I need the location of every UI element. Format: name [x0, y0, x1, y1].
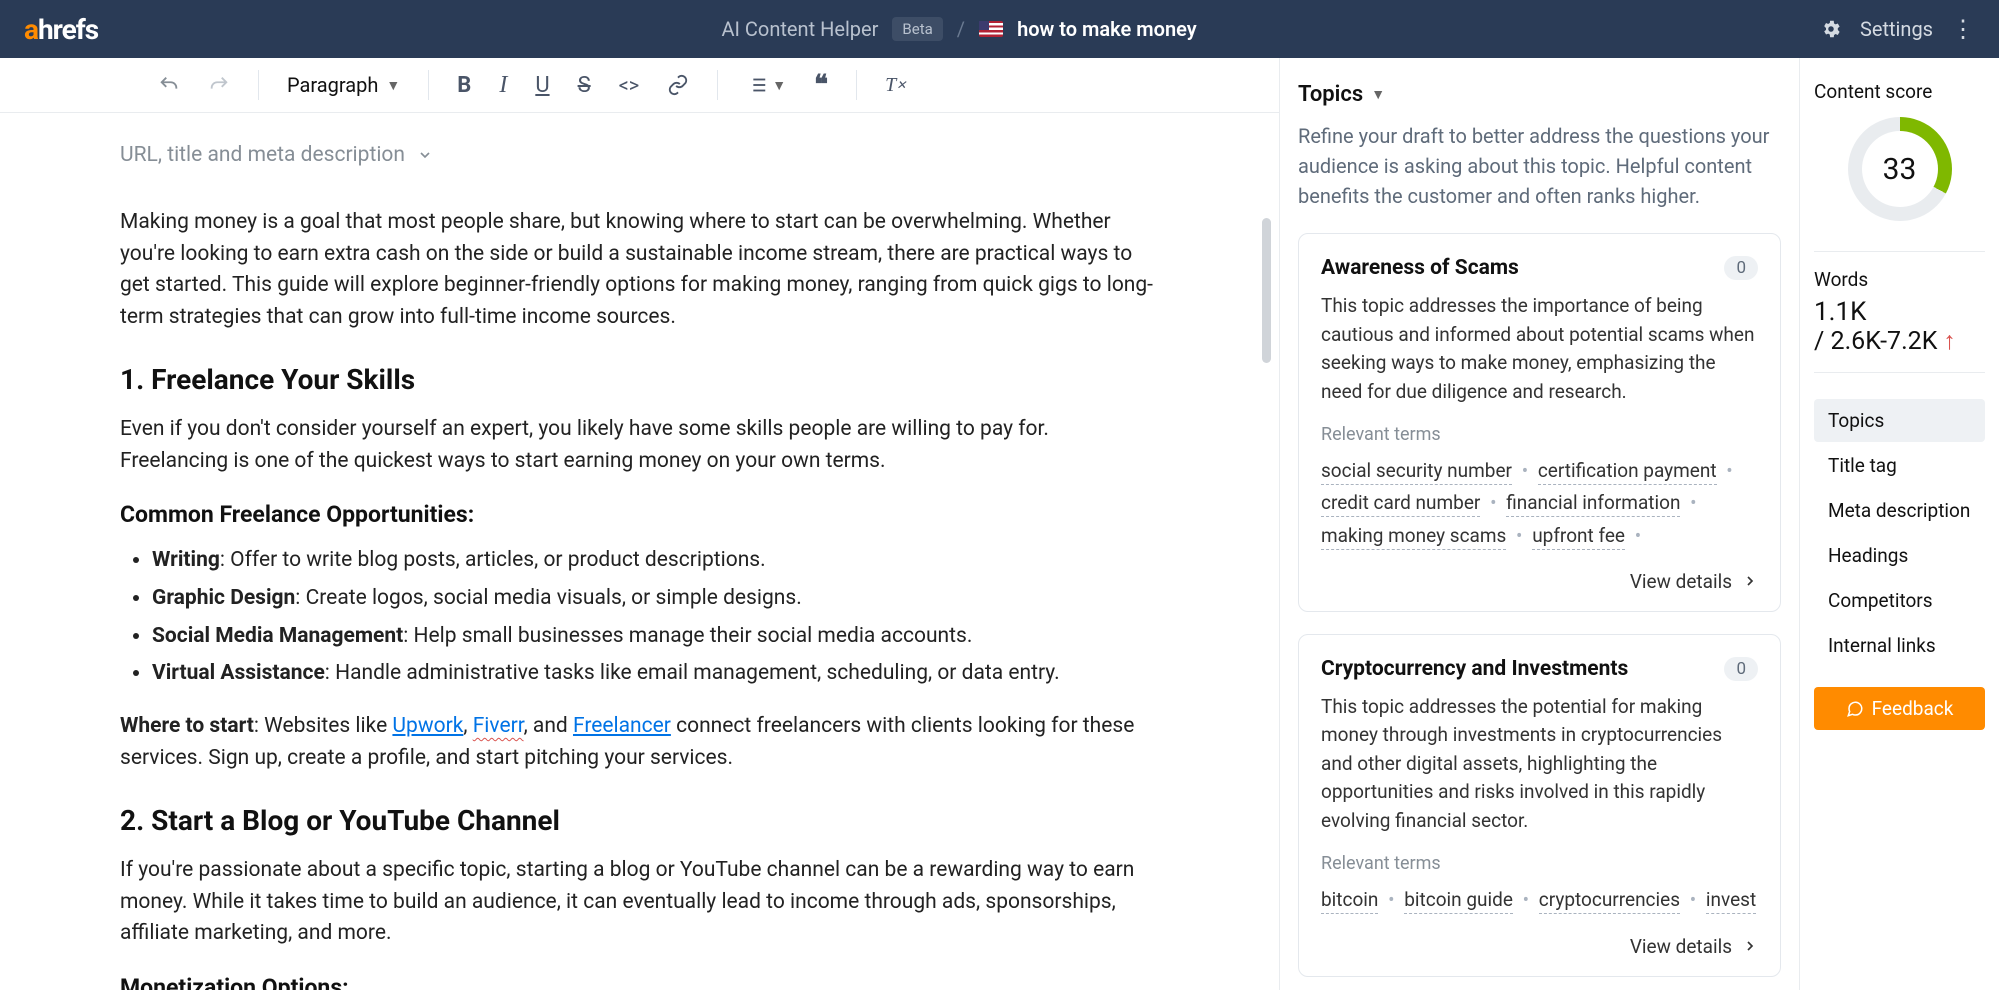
words-value: 1.1K: [1814, 297, 1985, 327]
topic-card[interactable]: Awareness of Scams 0 This topic addresse…: [1298, 233, 1781, 612]
relevant-terms-label: Relevant terms: [1321, 853, 1758, 874]
link-button[interactable]: [657, 66, 699, 104]
paragraph-select[interactable]: Paragraph ▼: [277, 65, 410, 105]
list-item: Virtual Assistance: Handle administrativ…: [152, 655, 1159, 693]
editor-body[interactable]: URL, title and meta description Making m…: [0, 113, 1279, 990]
beta-badge: Beta: [892, 17, 942, 41]
topic-card[interactable]: Cryptocurrency and Investments 0 This to…: [1298, 634, 1781, 977]
nav-item[interactable]: Topics: [1814, 399, 1985, 442]
words-label: Words: [1814, 268, 1985, 291]
nav-item[interactable]: Title tag: [1814, 444, 1985, 487]
scrollbar[interactable]: [1262, 218, 1271, 363]
nav-item[interactable]: Internal links: [1814, 624, 1985, 667]
score-nav: TopicsTitle tagMeta descriptionHeadingsC…: [1814, 399, 1985, 669]
list-button[interactable]: ▼: [736, 66, 796, 104]
strike-button[interactable]: S: [568, 65, 601, 106]
clear-format-button[interactable]: T✕: [875, 66, 916, 105]
more-icon[interactable]: ⋮: [1951, 17, 1975, 41]
topics-panel: Topics▼ Refine your draft to better addr…: [1279, 58, 1799, 990]
underline-button[interactable]: U: [525, 65, 559, 106]
blog-paragraph[interactable]: If you're passionate about a specific to…: [120, 855, 1159, 950]
intro-paragraph[interactable]: Making money is a goal that most people …: [120, 207, 1159, 333]
card-title: Awareness of Scams: [1321, 256, 1519, 280]
words-range: / 2.6K-7.2K↑: [1814, 327, 1985, 356]
code-button[interactable]: <>: [609, 65, 650, 105]
count-badge: 0: [1724, 256, 1758, 280]
freelance-paragraph[interactable]: Even if you don't consider yourself an e…: [120, 414, 1159, 477]
subheading-monetization[interactable]: Monetization Options:: [120, 974, 1159, 990]
link-upwork[interactable]: Upwork: [392, 714, 463, 738]
app-name: AI Content Helper: [721, 17, 878, 41]
where-to-start[interactable]: Where to start: Websites like Upwork, Fi…: [120, 711, 1159, 774]
list-item: Social Media Management: Help small busi…: [152, 618, 1159, 656]
editor-toolbar: Paragraph ▼ B I U S <> ▼ ❝ T✕: [0, 58, 1279, 113]
list-item: Graphic Design: Create logos, social med…: [152, 580, 1159, 618]
italic-button[interactable]: I: [489, 64, 517, 107]
subheading-opportunities[interactable]: Common Freelance Opportunities:: [120, 501, 1159, 528]
link-freelancer[interactable]: Freelancer: [573, 714, 671, 738]
nav-item[interactable]: Competitors: [1814, 579, 1985, 622]
score-donut: 33: [1848, 117, 1952, 221]
list-item: Writing: Offer to write blog posts, arti…: [152, 542, 1159, 580]
ahrefs-logo[interactable]: ahrefs: [24, 13, 98, 46]
link-fiverr[interactable]: Fiverr: [473, 714, 524, 738]
gear-icon[interactable]: [1820, 18, 1842, 40]
count-badge: 0: [1724, 657, 1758, 681]
score-label: Content score: [1814, 80, 1985, 103]
separator: /: [957, 17, 965, 41]
up-arrow-icon: ↑: [1943, 327, 1956, 356]
heading-freelance[interactable]: 1. Freelance Your Skills: [120, 363, 1159, 396]
card-title: Cryptocurrency and Investments: [1321, 657, 1628, 681]
terms-list: social security number • certification p…: [1321, 455, 1758, 552]
meta-row[interactable]: URL, title and meta description: [120, 143, 1159, 167]
quote-button[interactable]: ❝: [804, 62, 838, 108]
score-panel: Content score 33 Words 1.1K / 2.6K-7.2K↑…: [1799, 58, 1999, 990]
nav-item[interactable]: Meta description: [1814, 489, 1985, 532]
top-bar: ahrefs AI Content Helper Beta / how to m…: [0, 0, 1999, 58]
nav-item[interactable]: Headings: [1814, 534, 1985, 577]
card-description: This topic addresses the potential for m…: [1321, 693, 1758, 836]
us-flag-icon: [979, 21, 1003, 37]
view-details-link[interactable]: View details: [1321, 935, 1758, 958]
card-description: This topic addresses the importance of b…: [1321, 292, 1758, 406]
undo-button[interactable]: [148, 66, 190, 104]
terms-list: bitcoin • bitcoin guide • cryptocurrenci…: [1321, 884, 1758, 916]
keyword-text: how to make money: [1017, 17, 1197, 41]
freelance-list[interactable]: Writing: Offer to write blog posts, arti…: [120, 542, 1159, 693]
topics-description: Refine your draft to better address the …: [1298, 121, 1781, 211]
heading-blog[interactable]: 2. Start a Blog or YouTube Channel: [120, 804, 1159, 837]
settings-link[interactable]: Settings: [1860, 17, 1933, 41]
feedback-button[interactable]: Feedback: [1814, 687, 1985, 730]
redo-button[interactable]: [198, 66, 240, 104]
view-details-link[interactable]: View details: [1321, 570, 1758, 593]
breadcrumb: AI Content Helper Beta / how to make mon…: [98, 17, 1820, 41]
relevant-terms-label: Relevant terms: [1321, 424, 1758, 445]
bold-button[interactable]: B: [447, 65, 481, 106]
topics-heading[interactable]: Topics▼: [1298, 82, 1781, 107]
